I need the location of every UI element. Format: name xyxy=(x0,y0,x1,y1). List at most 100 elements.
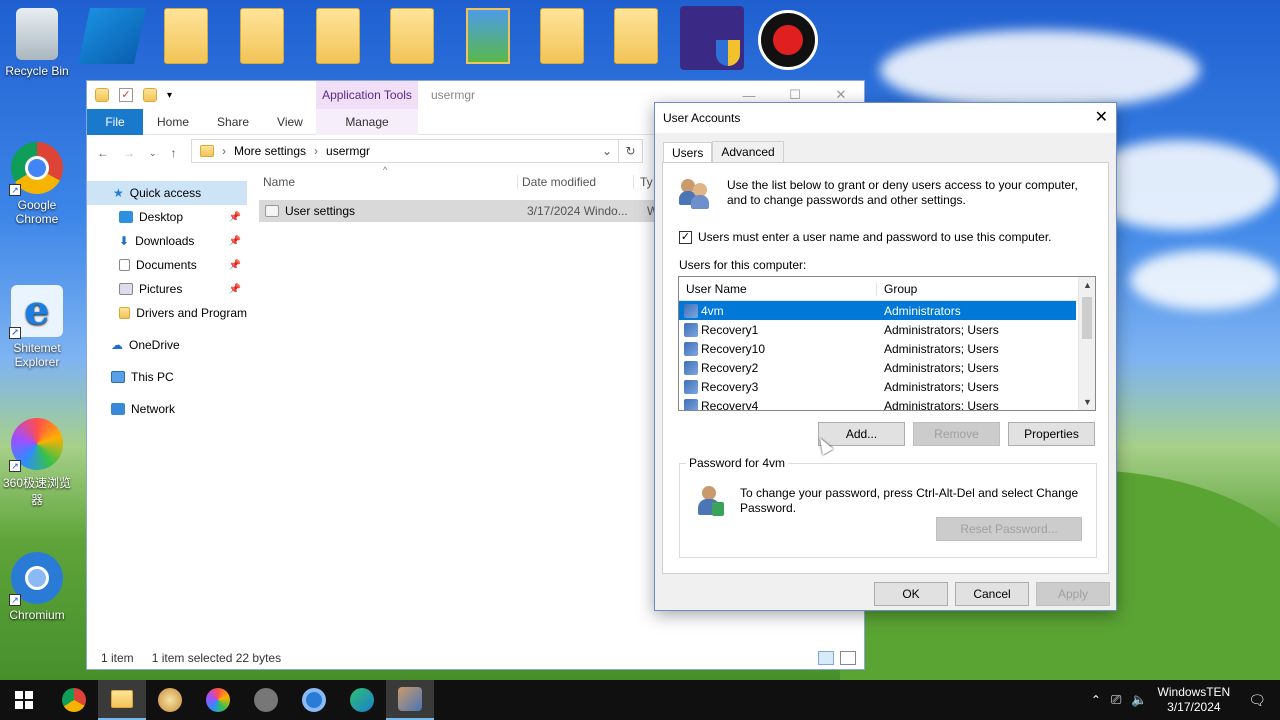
nav-documents[interactable]: Documents 📌 xyxy=(87,253,247,277)
start-button[interactable] xyxy=(0,680,48,720)
taskbar-chrome[interactable] xyxy=(50,680,98,720)
tab-view[interactable]: View xyxy=(263,109,317,135)
clock[interactable]: WindowsTEN 3/17/2024 xyxy=(1158,685,1231,715)
address-bar[interactable]: › More settings › usermgr ⌄ xyxy=(191,139,619,163)
taskbar-chromium[interactable] xyxy=(290,680,338,720)
nav-network[interactable]: Network xyxy=(87,397,247,421)
users-list-label: Users for this computer: xyxy=(679,258,807,272)
recorder-shortcut[interactable] xyxy=(758,10,818,70)
item-count: 1 item xyxy=(101,651,134,665)
properties-button[interactable]: Properties xyxy=(1008,422,1095,446)
folder-shortcut[interactable] xyxy=(164,8,208,64)
column-name[interactable]: Name xyxy=(257,175,517,189)
tab-home[interactable]: Home xyxy=(143,109,203,135)
column-user-name[interactable]: User Name xyxy=(679,281,877,296)
user-row[interactable]: Recovery4 Administrators; Users xyxy=(679,396,1095,411)
cancel-button[interactable]: Cancel xyxy=(955,582,1029,606)
tab-advanced[interactable]: Advanced xyxy=(712,141,784,162)
chromium-shortcut[interactable]: ↗ Chromium xyxy=(0,552,74,622)
user-group: Administrators; Users xyxy=(884,398,999,411)
taskbar-user-accounts[interactable] xyxy=(386,680,434,720)
tab-file[interactable]: File xyxy=(87,108,143,135)
details-view-icon[interactable] xyxy=(818,651,834,665)
remove-user-button[interactable]: Remove xyxy=(913,422,1000,446)
tab-share[interactable]: Share xyxy=(203,109,263,135)
ok-button[interactable]: OK xyxy=(874,582,948,606)
quick-access-dropdown-icon[interactable]: ▾ xyxy=(167,90,172,101)
taskbar-file-explorer[interactable] xyxy=(98,680,146,720)
tab-manage[interactable]: Manage xyxy=(316,108,418,135)
users-list[interactable]: User Name Group 4vm Administrators Recov… xyxy=(678,276,1096,411)
nav-desktop[interactable]: Desktop 📌 xyxy=(87,205,247,229)
scroll-up-icon[interactable]: ▲ xyxy=(1083,280,1092,290)
nav-pictures[interactable]: Pictures 📌 xyxy=(87,277,247,301)
volume-muted-icon[interactable]: 🔈 xyxy=(1131,692,1147,708)
desktop-icon-label: Google Chrome xyxy=(15,198,59,226)
recycle-bin-shortcut[interactable]: Recycle Bin xyxy=(0,8,74,78)
reset-password-button[interactable]: Reset Password... xyxy=(936,517,1082,541)
breadcrumb-usermgr[interactable]: usermgr xyxy=(326,144,370,158)
checkbox-checked-icon[interactable]: ✓ xyxy=(679,230,692,244)
user-row[interactable]: Recovery2 Administrators; Users xyxy=(679,358,1095,377)
column-date-modified[interactable]: Date modified xyxy=(517,175,633,189)
folder-shortcut[interactable] xyxy=(540,8,584,64)
user-row[interactable]: Recovery3 Administrators; Users xyxy=(679,377,1095,396)
user-accounts-dialog: User Accounts ✕ Users Advanced Use the l… xyxy=(654,102,1117,611)
dialog-close-icon[interactable]: ✕ xyxy=(1095,107,1108,127)
properties-icon[interactable]: ✓ xyxy=(119,88,133,102)
pin-icon[interactable]: 📌 xyxy=(229,284,241,295)
network-icon[interactable]: ⎚ xyxy=(1111,692,1121,708)
nav-drivers[interactable]: Drivers and Program xyxy=(87,301,247,325)
taskbar-app[interactable] xyxy=(242,680,290,720)
nav-label: Pictures xyxy=(139,282,183,296)
pin-icon[interactable]: 📌 xyxy=(229,260,241,271)
system-tray: ⌃ ⎚ 🔈 WindowsTEN 3/17/2024 🗨 xyxy=(1091,680,1280,720)
add-user-button[interactable]: Add... xyxy=(818,422,905,446)
app-shortcut[interactable] xyxy=(78,8,146,70)
up-icon[interactable]: ↑ xyxy=(171,146,177,160)
user-row[interactable]: Recovery1 Administrators; Users xyxy=(679,320,1095,339)
column-type[interactable]: Ty xyxy=(633,175,653,189)
notifications-icon[interactable]: 🗨 xyxy=(1248,692,1266,709)
folder-shortcut[interactable] xyxy=(316,8,360,64)
users-list-scrollbar[interactable]: ▲ ▼ xyxy=(1078,277,1095,410)
image-folder-shortcut[interactable] xyxy=(466,8,510,64)
column-group[interactable]: Group xyxy=(877,282,917,296)
pin-icon[interactable]: 📌 xyxy=(229,236,241,247)
user-password-icon xyxy=(696,486,726,518)
taskbar-360-browser[interactable] xyxy=(194,680,242,720)
address-dropdown-icon[interactable]: ⌄ xyxy=(602,144,612,158)
new-folder-icon[interactable] xyxy=(143,88,157,102)
pin-icon[interactable]: 📌 xyxy=(229,212,241,223)
360-browser-shortcut[interactable]: ↗ 360极速浏览器 xyxy=(0,418,74,508)
breadcrumb-more-settings[interactable]: More settings xyxy=(234,144,306,158)
security-app-shortcut[interactable] xyxy=(680,6,744,70)
large-icons-view-icon[interactable] xyxy=(840,651,856,665)
settings-file-icon xyxy=(265,205,279,217)
nav-quick-access[interactable]: ★ Quick access xyxy=(87,181,247,205)
recent-locations-icon[interactable]: ⌄ xyxy=(149,148,157,159)
apply-button[interactable]: Apply xyxy=(1036,582,1110,606)
forward-icon[interactable]: → xyxy=(123,146,135,160)
folder-shortcut[interactable] xyxy=(614,8,658,64)
refresh-button[interactable]: ↻ xyxy=(619,139,643,163)
taskbar-paint[interactable] xyxy=(146,680,194,720)
ie-shortcut[interactable]: e ↗ Shitemet Explorer xyxy=(0,285,74,369)
scrollbar-thumb[interactable] xyxy=(1082,297,1092,339)
nav-onedrive[interactable]: ☁ OneDrive xyxy=(87,333,247,357)
require-login-checkbox[interactable]: ✓ Users must enter a user name and passw… xyxy=(679,230,1052,244)
nav-downloads[interactable]: ⬇ Downloads 📌 xyxy=(87,229,247,253)
scroll-down-icon[interactable]: ▼ xyxy=(1083,397,1092,407)
back-icon[interactable]: ← xyxy=(97,146,109,160)
show-hidden-icons-icon[interactable]: ⌃ xyxy=(1091,693,1101,707)
chrome-shortcut[interactable]: ↗ Google Chrome xyxy=(0,142,74,226)
tab-users[interactable]: Users xyxy=(663,142,713,163)
taskbar-edge[interactable] xyxy=(338,680,386,720)
nav-this-pc[interactable]: This PC xyxy=(87,365,247,389)
file-row[interactable]: User settings 3/17/2024 Windo... W xyxy=(259,200,659,222)
user-row[interactable]: 4vm Administrators xyxy=(679,301,1076,320)
user-row[interactable]: Recovery10 Administrators; Users xyxy=(679,339,1095,358)
folder-shortcut[interactable] xyxy=(240,8,284,64)
desktop-icon-label: 360极速浏览器 xyxy=(2,476,72,507)
folder-shortcut[interactable] xyxy=(390,8,434,64)
